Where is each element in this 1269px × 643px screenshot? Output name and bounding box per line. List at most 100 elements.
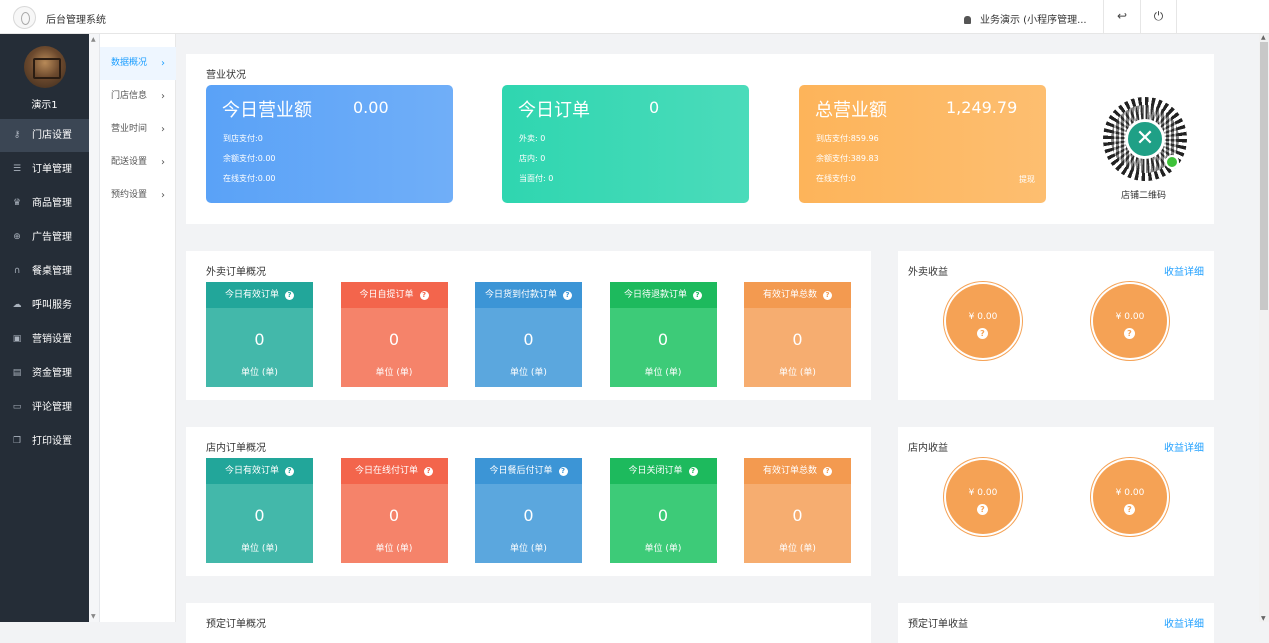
help-icon[interactable]: ? — [823, 291, 832, 300]
help-icon[interactable]: ? — [1124, 328, 1135, 339]
order-stat-header: 今日有效订单? — [206, 282, 313, 308]
order-stat-unit: 单位 (单) — [644, 544, 682, 554]
order-stat-unit: 单位 (单) — [644, 368, 682, 378]
help-icon[interactable]: ? — [424, 467, 433, 476]
order-stat-value: 0 — [388, 506, 400, 525]
sidebar-item[interactable]: ▤ 资金管理 — [0, 357, 89, 390]
shop-qrcode[interactable]: ✕ — [1103, 97, 1187, 181]
binoculars-icon: ∩ — [13, 266, 21, 276]
business-status-title: 营业状况 — [206, 70, 246, 81]
reserve-overview-card: 预定订单概况 — [186, 603, 871, 643]
logout-button[interactable]: ⏻ — [1140, 0, 1177, 34]
scroll-up-icon[interactable]: ▲ — [91, 36, 96, 43]
help-icon[interactable]: ? — [285, 291, 294, 300]
trophy-icon: ♛ — [12, 198, 22, 208]
sidebar-item-label: 营销设置 — [32, 334, 72, 345]
scrollbar-thumb[interactable] — [1260, 42, 1268, 310]
order-stat-body: 0 单位 (单) — [340, 308, 448, 387]
submenu-item-label: 预约设置 — [111, 190, 148, 200]
order-stat-unit: 单位 (单) — [375, 368, 413, 378]
avatar[interactable] — [24, 46, 66, 88]
help-icon[interactable]: ? — [285, 467, 294, 476]
sidebar-item[interactable]: ▣ 营销设置 — [0, 323, 89, 356]
stat-detail: 余额支付:389.83 — [816, 154, 879, 163]
help-icon[interactable]: ? — [823, 467, 832, 476]
sidebar-item[interactable]: ♛ 商品管理 — [0, 187, 89, 220]
order-stat-value: 0 — [523, 506, 534, 525]
stat-detail: 在线支付:0.00 — [223, 174, 276, 183]
help-icon[interactable]: ? — [693, 291, 702, 300]
help-icon[interactable]: ? — [688, 467, 698, 476]
order-stat-unit: 单位 (单) — [779, 368, 816, 378]
help-icon[interactable]: ? — [563, 291, 572, 300]
help-icon[interactable]: ? — [419, 291, 429, 300]
income-value: ¥ 0.00 — [1115, 488, 1145, 498]
sidebar-item-label: 打印设置 — [32, 436, 72, 447]
sidebar-item[interactable]: ∩ 餐桌管理 — [0, 255, 89, 288]
order-stat-header: 今日有效订单? — [206, 458, 313, 484]
order-stat-label: 今日餐后付订单 — [489, 466, 553, 476]
order-stat-value: 0 — [254, 506, 265, 525]
order-stat-header: 今日在线付订单? — [340, 458, 448, 484]
submenu-item[interactable]: 数据概况 › — [100, 47, 176, 80]
page-scrollbar[interactable]: ▲ ▼ — [1259, 34, 1269, 622]
sidebar-item[interactable]: ⚷ 门店设置 — [0, 119, 89, 152]
order-stat-card: 今日有效订单? 0 单位 (单) — [206, 458, 313, 563]
order-stat-unit: 单位 (单) — [375, 544, 413, 554]
sidebar-item-label: 呼叫服务 — [32, 300, 72, 311]
user-icon — [964, 16, 971, 24]
order-stat-header: 有效订单总数? — [744, 458, 851, 484]
sidebar-item-label: 餐桌管理 — [32, 266, 72, 277]
sidebar-item[interactable]: ☁ 呼叫服务 — [0, 289, 89, 322]
order-stat-card: 有效订单总数? 0 单位 (单) — [744, 458, 851, 563]
list-icon: ☰ — [12, 164, 22, 174]
instore-income-detail-link[interactable]: 收益详细 — [1164, 439, 1204, 454]
order-stat-body: 0 单位 (单) — [609, 308, 717, 387]
order-stat-label: 今日关闭订单 — [628, 466, 683, 476]
stat-detail: 外卖: 0 — [519, 134, 546, 143]
logo-icon — [13, 6, 36, 29]
help-icon[interactable]: ? — [558, 467, 568, 476]
scroll-down-icon[interactable]: ▼ — [91, 613, 96, 620]
back-button[interactable]: ↩ — [1103, 0, 1140, 34]
submenu-item[interactable]: 配送设置 › — [100, 146, 176, 179]
income-circle: ¥ 0.00 ? — [1093, 284, 1167, 358]
submenu-item[interactable]: 预约设置 › — [100, 179, 176, 212]
order-stat-header: 今日关闭订单? — [609, 458, 717, 484]
chevron-right-icon: › — [161, 91, 165, 102]
chevron-right-icon: › — [161, 58, 165, 69]
user-menu[interactable]: 业务演示 (小程序管理... — [964, 11, 1087, 26]
income-value: ¥ 0.00 — [1115, 312, 1145, 322]
order-stat-label: 今日在线付订单 — [354, 466, 418, 476]
chevron-right-icon: › — [161, 124, 165, 135]
cloud-icon: ☁ — [12, 300, 22, 310]
order-stat-header: 今日货到付款订单? — [475, 282, 582, 308]
help-icon[interactable]: ? — [977, 504, 988, 515]
reserve-income-detail-link[interactable]: 收益详细 — [1164, 615, 1204, 630]
submenu-item[interactable]: 门店信息 › — [100, 80, 176, 113]
gift-icon: ▣ — [12, 334, 22, 344]
takeout-income-title: 外卖收益 — [908, 267, 948, 278]
sidebar-item[interactable]: ☰ 订单管理 — [0, 153, 89, 186]
help-icon[interactable]: ? — [977, 328, 988, 339]
business-stat-card: 总营业额 1,249.79 到店支付:859.96 余额支付:389.83 在线支付:… — [799, 85, 1046, 203]
sidebar-item[interactable]: ❐ 打印设置 — [0, 425, 89, 458]
sidebar-item[interactable]: ▭ 评论管理 — [0, 391, 89, 424]
copy-icon: ❐ — [12, 436, 22, 446]
order-stat-value: 0 — [657, 506, 669, 525]
takeout-income-detail-link[interactable]: 收益详细 — [1164, 263, 1204, 278]
sidebar-scrollbar[interactable]: ▲ ▼ — [89, 34, 100, 622]
submenu-item-label: 营业时间 — [111, 124, 148, 134]
submenu-item-label: 配送设置 — [111, 157, 148, 167]
scroll-up-icon[interactable]: ▲ — [1261, 34, 1266, 41]
help-icon[interactable]: ? — [1124, 504, 1135, 515]
sidebar-item[interactable]: ⊕ 广告管理 — [0, 221, 89, 254]
order-stat-body: 0 单位 (单) — [206, 308, 313, 387]
stat-title: 总营业额 — [815, 100, 887, 121]
money-icon: ▭ — [12, 402, 22, 412]
submenu-item[interactable]: 营业时间 › — [100, 113, 176, 146]
stat-detail: 在线支付:0 — [816, 174, 856, 183]
scroll-down-icon[interactable]: ▼ — [1261, 615, 1266, 622]
business-stat-card: 今日订单 0 外卖: 0 店内: 0 当面付: 0 — [502, 85, 749, 203]
withdraw-link[interactable]: 提现 — [1019, 174, 1035, 185]
